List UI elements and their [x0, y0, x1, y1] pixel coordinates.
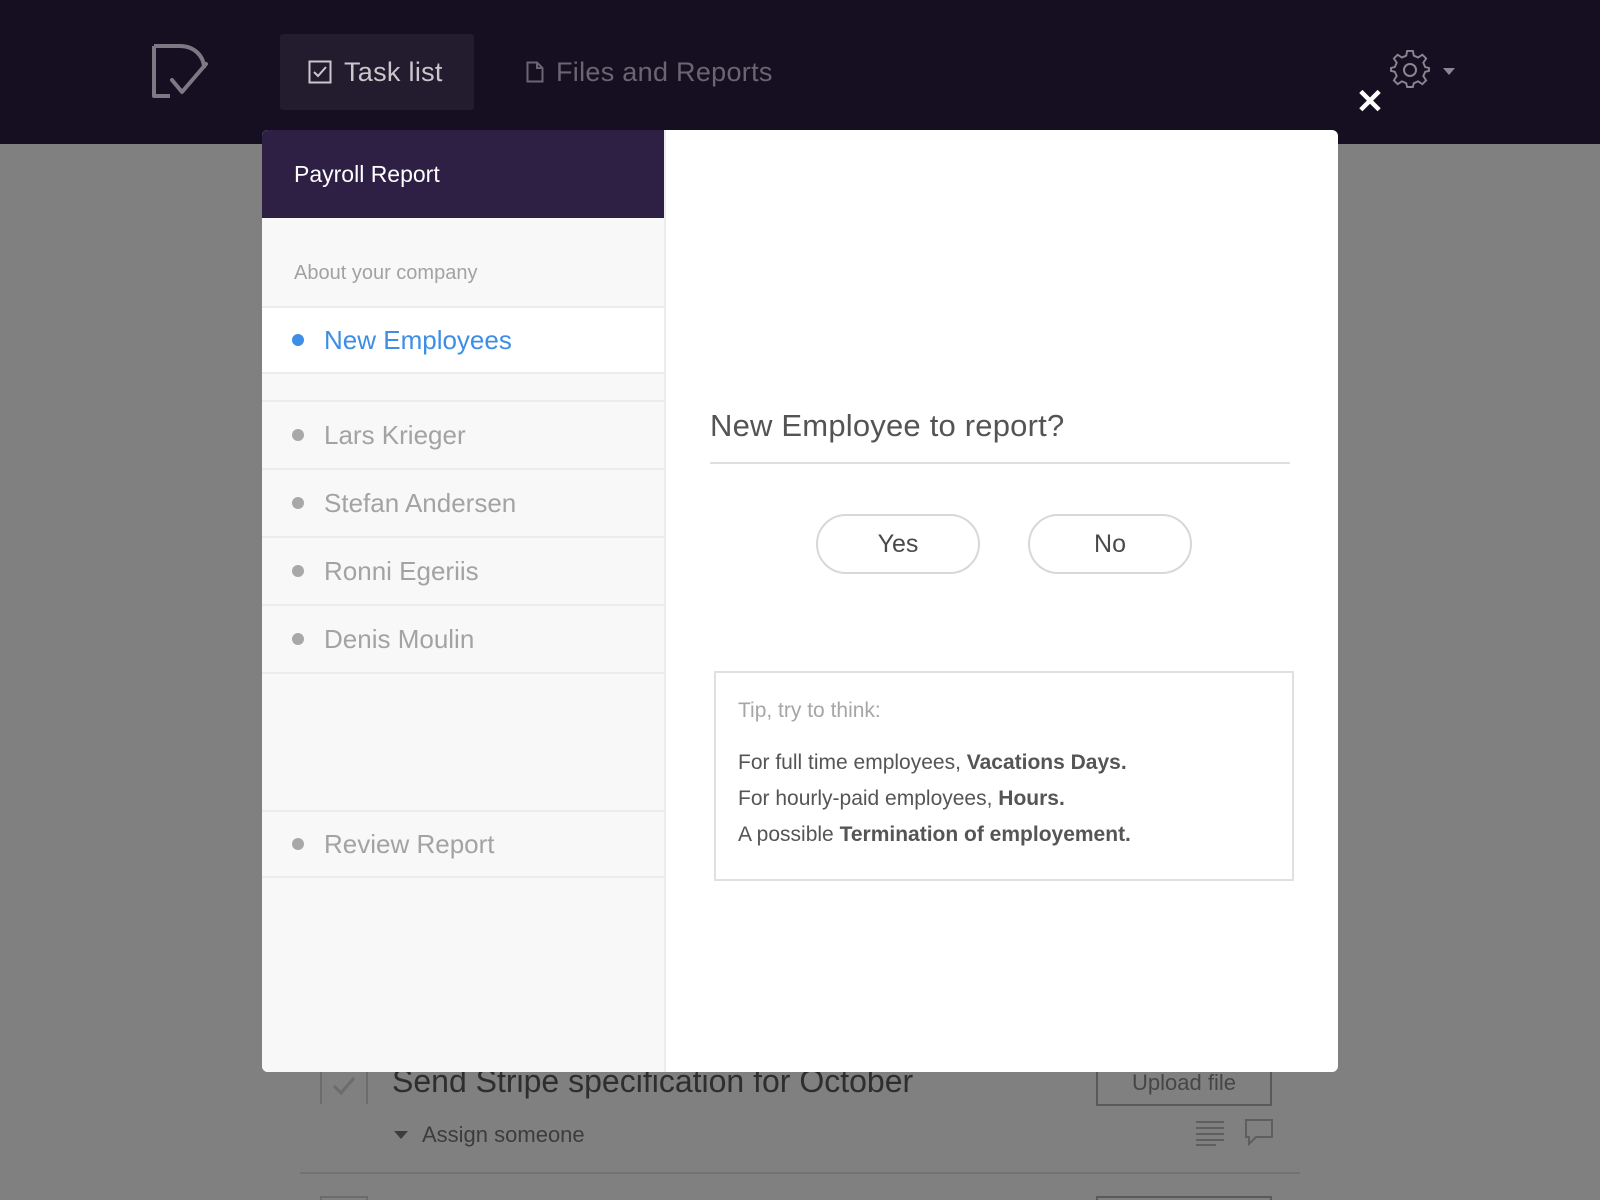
sidebar-title: Payroll Report [262, 130, 664, 218]
tip-line: For full time employees, Vacations Days. [738, 745, 1270, 781]
sidebar-item-label: Review Report [324, 828, 495, 859]
tip-line-text: For full time employees, [738, 751, 967, 774]
yes-button[interactable]: Yes [816, 514, 980, 574]
report-sidebar: Payroll Report About your company New Em… [262, 130, 666, 1072]
tip-title: Tip, try to think: [738, 699, 881, 722]
next-task-button[interactable] [1096, 1196, 1272, 1200]
sidebar-item-employee[interactable]: Ronni Egeriis [262, 538, 664, 606]
sidebar-item-employee[interactable]: Stefan Andersen [262, 470, 664, 538]
tab-task-list-label: Task list [344, 56, 443, 87]
sidebar-item-label: New Employees [324, 324, 512, 355]
app-logo-icon[interactable] [150, 42, 210, 100]
dot-icon [292, 565, 304, 577]
tab-files-and-reports-label: Files and Reports [556, 56, 773, 87]
comment-icon[interactable] [1244, 1118, 1274, 1146]
assign-someone-dropdown[interactable]: Assign someone [394, 1122, 585, 1148]
tip-line-emphasis: Vacations Days. [966, 751, 1127, 774]
active-dot-icon [292, 334, 304, 346]
top-navigation-bar: Task list Files and Reports [0, 0, 1600, 144]
sidebar-item-review-report[interactable]: Review Report [262, 810, 664, 878]
description-icon[interactable] [1196, 1120, 1224, 1146]
payroll-report-modal: Payroll Report About your company New Em… [262, 130, 1338, 1072]
dot-icon [292, 497, 304, 509]
dot-icon [292, 838, 304, 850]
sidebar-item-employee[interactable]: Lars Krieger [262, 402, 664, 470]
sidebar-item-label: Ronni Egeriis [324, 555, 479, 586]
tip-box: Tip, try to think: For full time employe… [714, 671, 1294, 881]
tip-line: A possible Termination of employement. [738, 817, 1270, 853]
next-task-checkbox[interactable] [320, 1196, 368, 1200]
question-panel: New Employee to report? Yes No Tip, try … [666, 130, 1338, 1072]
checkbox-icon [308, 60, 332, 84]
tip-line-emphasis: Termination of employement. [839, 823, 1131, 846]
tip-line: For hourly-paid employees, Hours. [738, 781, 1270, 817]
sidebar-item-about-your-company[interactable]: About your company [294, 262, 477, 285]
dot-icon [292, 633, 304, 645]
task-divider [300, 1172, 1300, 1174]
assign-someone-label: Assign someone [422, 1122, 585, 1147]
close-icon[interactable]: ✕ [1354, 85, 1386, 119]
settings-gear-icon[interactable] [1390, 50, 1430, 90]
no-button[interactable]: No [1028, 514, 1192, 574]
tab-task-list[interactable]: Task list [280, 34, 474, 110]
question-title: New Employee to report? [710, 408, 1290, 464]
caret-down-icon [394, 1131, 408, 1139]
settings-dropdown-caret-icon[interactable] [1443, 68, 1455, 75]
tip-line-text: For hourly-paid employees, [738, 787, 999, 810]
tip-line-text: A possible [738, 823, 840, 846]
tip-line-emphasis: Hours. [998, 787, 1065, 810]
dot-icon [292, 429, 304, 441]
sidebar-item-label: Denis Moulin [324, 623, 475, 654]
tab-files-and-reports[interactable]: Files and Reports [526, 34, 773, 110]
sidebar-item-label: Lars Krieger [324, 419, 466, 450]
sidebar-item-label: Stefan Andersen [324, 487, 517, 518]
file-icon [526, 61, 544, 83]
sidebar-item-new-employees[interactable]: New Employees [262, 306, 664, 374]
sidebar-item-employee[interactable]: Denis Moulin [262, 606, 664, 674]
